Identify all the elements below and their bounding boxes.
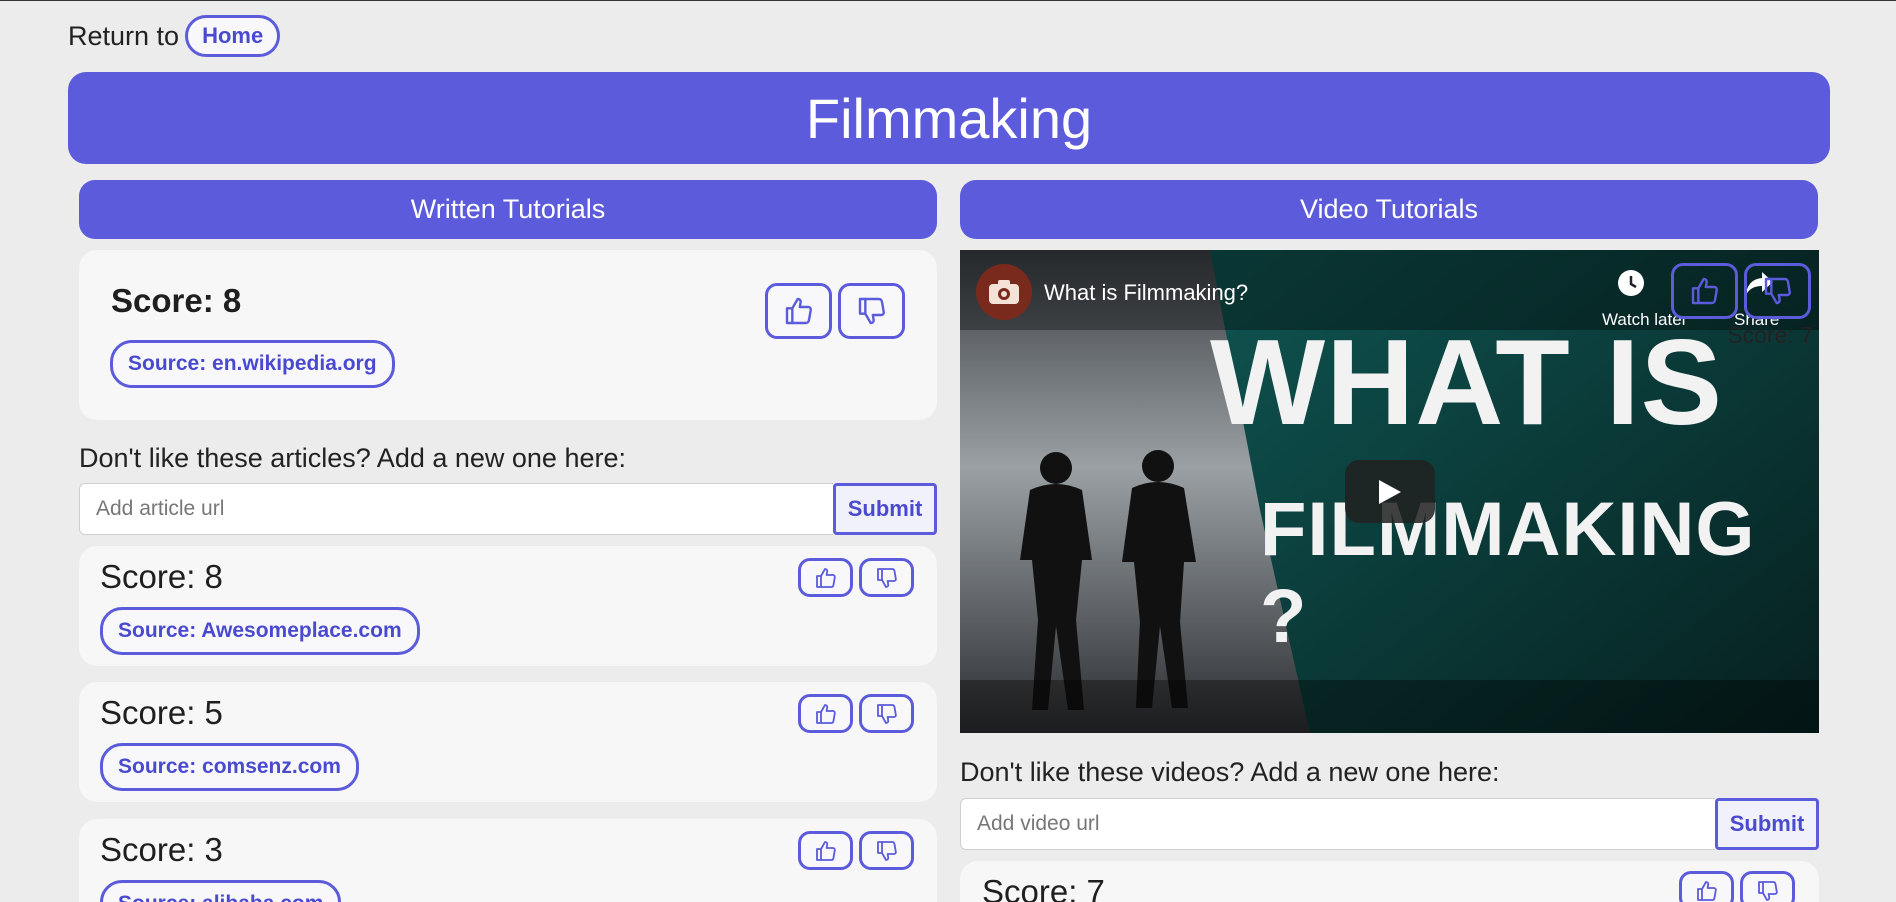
featured-article-score: Score: 8 — [111, 282, 242, 319]
article-score: Score: 3 — [100, 831, 223, 868]
upvote-button[interactable] — [798, 558, 853, 597]
thumbnail-text-line1: WHAT IS — [1210, 314, 1723, 450]
add-video-form: Submit — [960, 798, 1819, 850]
play-icon — [1379, 479, 1401, 504]
return-nav: Return to Home — [68, 15, 281, 57]
page-title-banner: Filmmaking — [68, 72, 1830, 164]
video-list-vote-group — [1679, 871, 1795, 902]
clock-icon — [1618, 270, 1644, 296]
play-button[interactable] — [1345, 460, 1435, 523]
add-article-form: Submit — [79, 483, 937, 535]
downvote-button[interactable] — [859, 694, 914, 733]
thumbs-down-icon — [876, 840, 897, 861]
thumbs-up-icon — [815, 840, 836, 861]
article-vote-group — [798, 558, 914, 597]
upvote-button[interactable] — [1671, 263, 1738, 319]
article-score: Score: 5 — [100, 694, 223, 731]
video-title[interactable]: What is Filmmaking? — [1044, 280, 1248, 306]
article-vote-group — [798, 694, 914, 733]
downvote-button[interactable] — [859, 558, 914, 597]
downvote-button[interactable] — [838, 283, 905, 339]
upvote-button[interactable] — [798, 831, 853, 870]
article-list-item: Score: 3 Source: alibaba.com — [79, 819, 937, 902]
article-list-item: Score: 5 Source: comsenz.com — [79, 682, 937, 802]
article-list-item: Score: 8 Source: Awesomeplace.com — [79, 546, 937, 666]
video-tutorials-header: Video Tutorials — [960, 180, 1818, 239]
thumbs-down-icon — [876, 567, 897, 588]
featured-article-vote-group — [765, 283, 905, 339]
article-url-input[interactable] — [79, 483, 833, 535]
featured-article-source-link[interactable]: Source: en.wikipedia.org — [110, 340, 395, 388]
return-text: Return to — [68, 20, 180, 51]
watch-later-button[interactable] — [1616, 268, 1646, 298]
channel-avatar[interactable] — [976, 264, 1032, 320]
video-vote-group — [1671, 263, 1811, 319]
article-submit-button[interactable]: Submit — [833, 483, 937, 535]
upvote-button[interactable] — [1679, 871, 1734, 902]
thumbs-down-icon — [1757, 880, 1778, 901]
upvote-button[interactable] — [798, 694, 853, 733]
article-vote-group — [798, 831, 914, 870]
upvote-button[interactable] — [765, 283, 832, 339]
article-score: Score: 8 — [100, 558, 223, 595]
add-article-label: Don't like these articles? Add a new one… — [79, 443, 626, 473]
video-list-item: Score: 7 — [960, 861, 1819, 902]
thumbs-down-icon — [858, 297, 885, 325]
downvote-button[interactable] — [1740, 871, 1795, 902]
article-source-link[interactable]: Source: alibaba.com — [100, 880, 342, 902]
video-tutorials-title: Video Tutorials — [1299, 194, 1479, 224]
thumbs-up-icon — [1691, 277, 1718, 305]
home-link[interactable]: Home — [185, 15, 281, 57]
video-list-score: Score: 7 — [982, 873, 1105, 902]
downvote-button[interactable] — [1744, 263, 1811, 319]
video-url-input[interactable] — [960, 798, 1715, 850]
written-tutorials-title: Written Tutorials — [410, 194, 606, 224]
thumbs-down-icon — [876, 703, 897, 724]
article-source-link[interactable]: Source: Awesomeplace.com — [100, 607, 420, 655]
page-title: Filmmaking — [805, 86, 1093, 150]
thumbs-up-icon — [785, 297, 812, 325]
thumbs-up-icon — [815, 567, 836, 588]
camera-icon — [989, 280, 1019, 304]
thumbs-down-icon — [1764, 277, 1791, 305]
video-score: Score: 7 — [1727, 322, 1813, 348]
thumbs-up-icon — [1696, 880, 1717, 901]
video-player[interactable]: What is Filmmaking? Watch later Share Sc… — [960, 250, 1819, 733]
written-tutorials-header: Written Tutorials — [79, 180, 937, 239]
thumbnail-text-line2: FILMMAKING ? — [1260, 487, 1756, 659]
add-video-label: Don't like these videos? Add a new one h… — [960, 757, 1500, 787]
video-submit-button[interactable]: Submit — [1715, 798, 1819, 850]
featured-article-card: Score: 8 Source: en.wikipedia.org — [79, 250, 937, 420]
downvote-button[interactable] — [859, 831, 914, 870]
article-source-link[interactable]: Source: comsenz.com — [100, 743, 359, 791]
thumbs-up-icon — [815, 703, 836, 724]
